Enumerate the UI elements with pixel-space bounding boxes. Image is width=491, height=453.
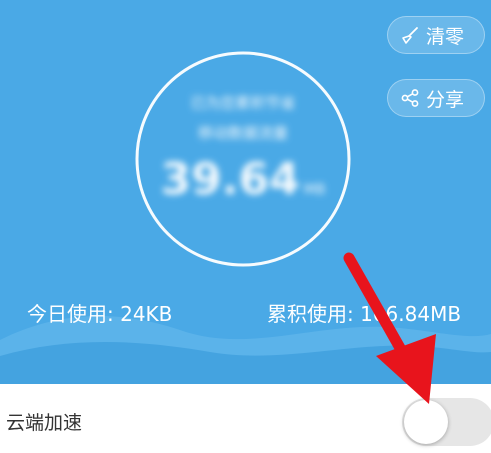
share-icon — [400, 88, 420, 108]
total-usage: 累积使用: 106.84MB — [267, 302, 462, 326]
share-button[interactable]: 分享 — [387, 79, 485, 117]
cloud-acceleration-toggle[interactable] — [402, 398, 491, 446]
gauge-value: 39.64 MB — [160, 154, 326, 205]
cloud-acceleration-label: 云端加速 — [6, 412, 83, 434]
today-usage: 今日使用: 24KB — [27, 302, 173, 326]
broom-icon — [400, 25, 420, 45]
traffic-hero-panel: 已为您累积节省 移动数据流量 39.64 MB 清零 分享 今日使用: 24KB … — [0, 0, 491, 384]
gauge-caption-line1: 已为您累积节省 — [190, 94, 296, 112]
gauge-caption-line2: 移动数据流量 — [197, 124, 288, 142]
savings-gauge: 已为您累积节省 移动数据流量 39.64 MB — [132, 48, 354, 270]
toggle-knob — [404, 400, 448, 444]
share-button-label: 分享 — [426, 88, 465, 111]
clear-button-label: 清零 — [426, 25, 465, 48]
clear-button[interactable]: 清零 — [387, 16, 485, 54]
